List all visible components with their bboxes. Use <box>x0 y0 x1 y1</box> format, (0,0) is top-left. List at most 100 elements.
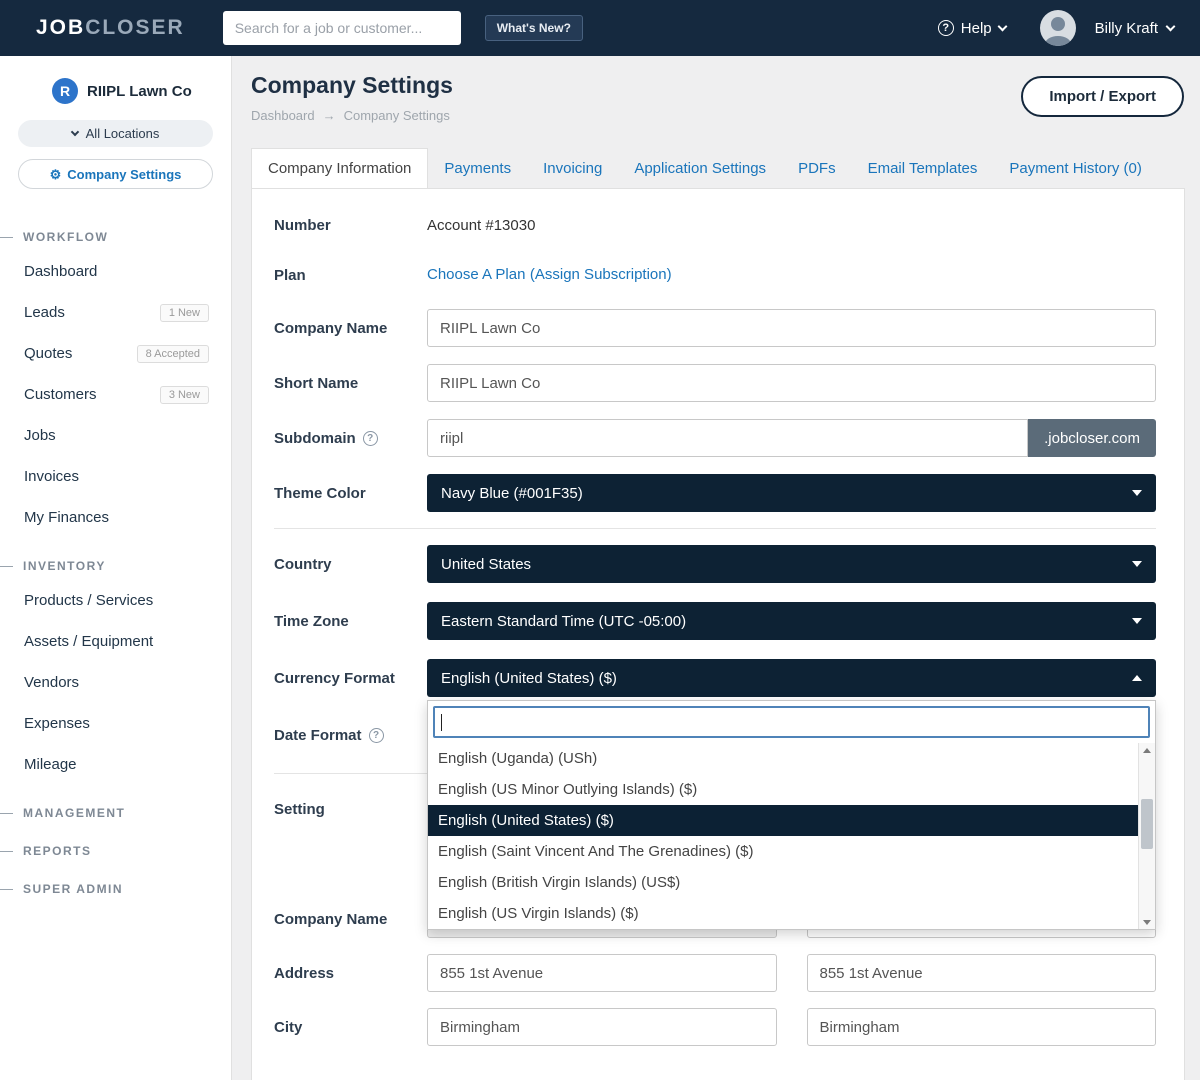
sidebar-item-my-finances[interactable]: My Finances <box>0 497 231 538</box>
currency-format-select[interactable]: English (United States) ($) <box>427 659 1156 697</box>
sidebar-item-jobs[interactable]: Jobs <box>0 415 231 456</box>
section-header-super-admin[interactable]: SUPER ADMIN <box>0 879 231 899</box>
chevron-down-icon <box>1132 561 1142 567</box>
country-select[interactable]: United States <box>427 545 1156 583</box>
leads-badge: 1 New <box>160 304 209 322</box>
subdomain-input[interactable] <box>427 419 1028 457</box>
sidebar-item-vendors[interactable]: Vendors <box>0 662 231 703</box>
location1-address-input[interactable] <box>427 954 777 992</box>
sidebar-item-products-services[interactable]: Products / Services <box>0 580 231 621</box>
dropdown-option[interactable]: English (US Minor Outlying Islands) ($) <box>428 774 1138 805</box>
tab-company-information[interactable]: Company Information <box>251 148 428 188</box>
tab-payments[interactable]: Payments <box>428 148 527 188</box>
company-settings-button[interactable]: ⚙ Company Settings <box>18 159 213 189</box>
subdomain-row: Subdomain ? .jobcloser.com <box>274 419 1156 457</box>
timezone-select[interactable]: Eastern Standard Time (UTC -05:00) <box>427 602 1156 640</box>
assign-subscription-link[interactable]: (Assign Subscription) <box>530 266 672 283</box>
main-content: Company Settings Dashboard → Company Set… <box>233 56 1200 1080</box>
breadcrumb-dashboard[interactable]: Dashboard <box>251 108 315 123</box>
location2-city-input[interactable] <box>807 1008 1157 1046</box>
plan-row: Plan Choose A Plan (Assign Subscription) <box>274 263 1156 287</box>
scrollbar-thumb[interactable] <box>1141 799 1153 849</box>
section-dash-icon <box>0 237 13 238</box>
choose-plan-link[interactable]: Choose A Plan <box>427 266 525 283</box>
locations-city-label: City <box>274 1019 427 1036</box>
locations-address-label: Address <box>274 965 427 982</box>
dropdown-search-input[interactable] <box>433 706 1150 738</box>
chevron-down-icon <box>997 21 1007 31</box>
date-format-help-icon[interactable]: ? <box>369 728 384 743</box>
sidebar-item-customers[interactable]: Customers3 New <box>0 374 231 415</box>
company-name-row: Company Name <box>274 309 1156 347</box>
sidebar-item-dashboard[interactable]: Dashboard <box>0 251 231 292</box>
dropdown-option-selected[interactable]: English (United States) ($) <box>428 805 1138 836</box>
location2-address-input[interactable] <box>807 954 1157 992</box>
sidebar-item-assets-equipment[interactable]: Assets / Equipment <box>0 621 231 662</box>
section-dash-icon <box>0 851 13 852</box>
tab-invoicing[interactable]: Invoicing <box>527 148 618 188</box>
timezone-row: Time Zone Eastern Standard Time (UTC -05… <box>274 602 1156 640</box>
sidebar-item-mileage[interactable]: Mileage <box>0 744 231 785</box>
tab-payment-history[interactable]: Payment History (0) <box>993 148 1158 188</box>
timezone-label: Time Zone <box>274 613 427 630</box>
locations-company-name-label: Company Name <box>274 911 427 928</box>
sidebar-item-leads[interactable]: Leads1 New <box>0 292 231 333</box>
user-name: Billy Kraft <box>1095 20 1158 37</box>
chevron-up-icon <box>1132 675 1142 681</box>
country-row: Country United States <box>274 545 1156 583</box>
tab-pdfs[interactable]: PDFs <box>782 148 852 188</box>
subdomain-help-icon[interactable]: ? <box>363 431 378 446</box>
text-caret <box>441 714 442 731</box>
logo-job: JOB <box>36 16 85 39</box>
quotes-badge: 8 Accepted <box>137 345 209 363</box>
app-logo[interactable]: JOBCLOSER <box>36 16 185 40</box>
chevron-down-icon <box>1166 21 1176 31</box>
page-header: Company Settings Dashboard → Company Set… <box>233 56 1200 148</box>
short-name-input[interactable] <box>427 364 1156 402</box>
import-export-button[interactable]: Import / Export <box>1021 76 1184 117</box>
user-menu[interactable]: Billy Kraft <box>1040 10 1174 46</box>
section-dash-icon <box>0 566 13 567</box>
breadcrumb-arrow-icon: → <box>323 108 336 123</box>
help-menu[interactable]: ? Help <box>938 20 1006 37</box>
scroll-up-icon[interactable] <box>1139 743 1155 757</box>
dropdown-option[interactable]: English (Uganda) (USh) <box>428 743 1138 774</box>
plan-label: Plan <box>274 267 427 284</box>
location1-city-input[interactable] <box>427 1008 777 1046</box>
locations-city-row: City <box>274 1008 1156 1046</box>
sidebar-nav: WORKFLOW Dashboard Leads1 New Quotes8 Ac… <box>0 189 231 899</box>
theme-color-row: Theme Color Navy Blue (#001F35) <box>274 474 1156 512</box>
dropdown-option[interactable]: English (Saint Vincent And The Grenadine… <box>428 836 1138 867</box>
company-name-input[interactable] <box>427 309 1156 347</box>
dropdown-option[interactable]: English (British Virgin Islands) (US$) <box>428 867 1138 898</box>
section-dash-icon <box>0 813 13 814</box>
help-icon: ? <box>938 20 954 36</box>
sidebar-item-expenses[interactable]: Expenses <box>0 703 231 744</box>
global-search-input[interactable] <box>223 11 461 45</box>
help-label: Help <box>961 20 992 37</box>
dropdown-option[interactable]: English (US Virgin Islands) ($) <box>428 898 1138 929</box>
breadcrumb-current: Company Settings <box>344 108 450 123</box>
company-name-label: Company Name <box>274 320 427 337</box>
section-header-management[interactable]: MANAGEMENT <box>0 803 231 823</box>
company-identity: R RIIPL Lawn Co <box>0 56 231 104</box>
dropdown-scrollbar[interactable] <box>1138 743 1155 929</box>
locations-dropdown[interactable]: All Locations <box>18 120 213 147</box>
date-format-label: Date Format ? <box>274 727 427 744</box>
number-label: Number <box>274 217 427 234</box>
chevron-down-icon <box>1132 490 1142 496</box>
short-name-label: Short Name <box>274 375 427 392</box>
tab-email-templates[interactable]: Email Templates <box>852 148 994 188</box>
section-header-reports[interactable]: REPORTS <box>0 841 231 861</box>
tab-application-settings[interactable]: Application Settings <box>618 148 782 188</box>
chevron-down-icon <box>70 128 78 136</box>
sidebar-item-quotes[interactable]: Quotes8 Accepted <box>0 333 231 374</box>
theme-color-select[interactable]: Navy Blue (#001F35) <box>427 474 1156 512</box>
scroll-down-icon[interactable] <box>1139 915 1155 929</box>
company-information-card: Number Account #13030 Plan Choose A Plan… <box>251 188 1185 1080</box>
company-avatar: R <box>52 78 78 104</box>
whats-new-button[interactable]: What's New? <box>485 15 583 41</box>
subdomain-label: Subdomain ? <box>274 430 427 447</box>
section-divider <box>274 528 1156 529</box>
sidebar-item-invoices[interactable]: Invoices <box>0 456 231 497</box>
